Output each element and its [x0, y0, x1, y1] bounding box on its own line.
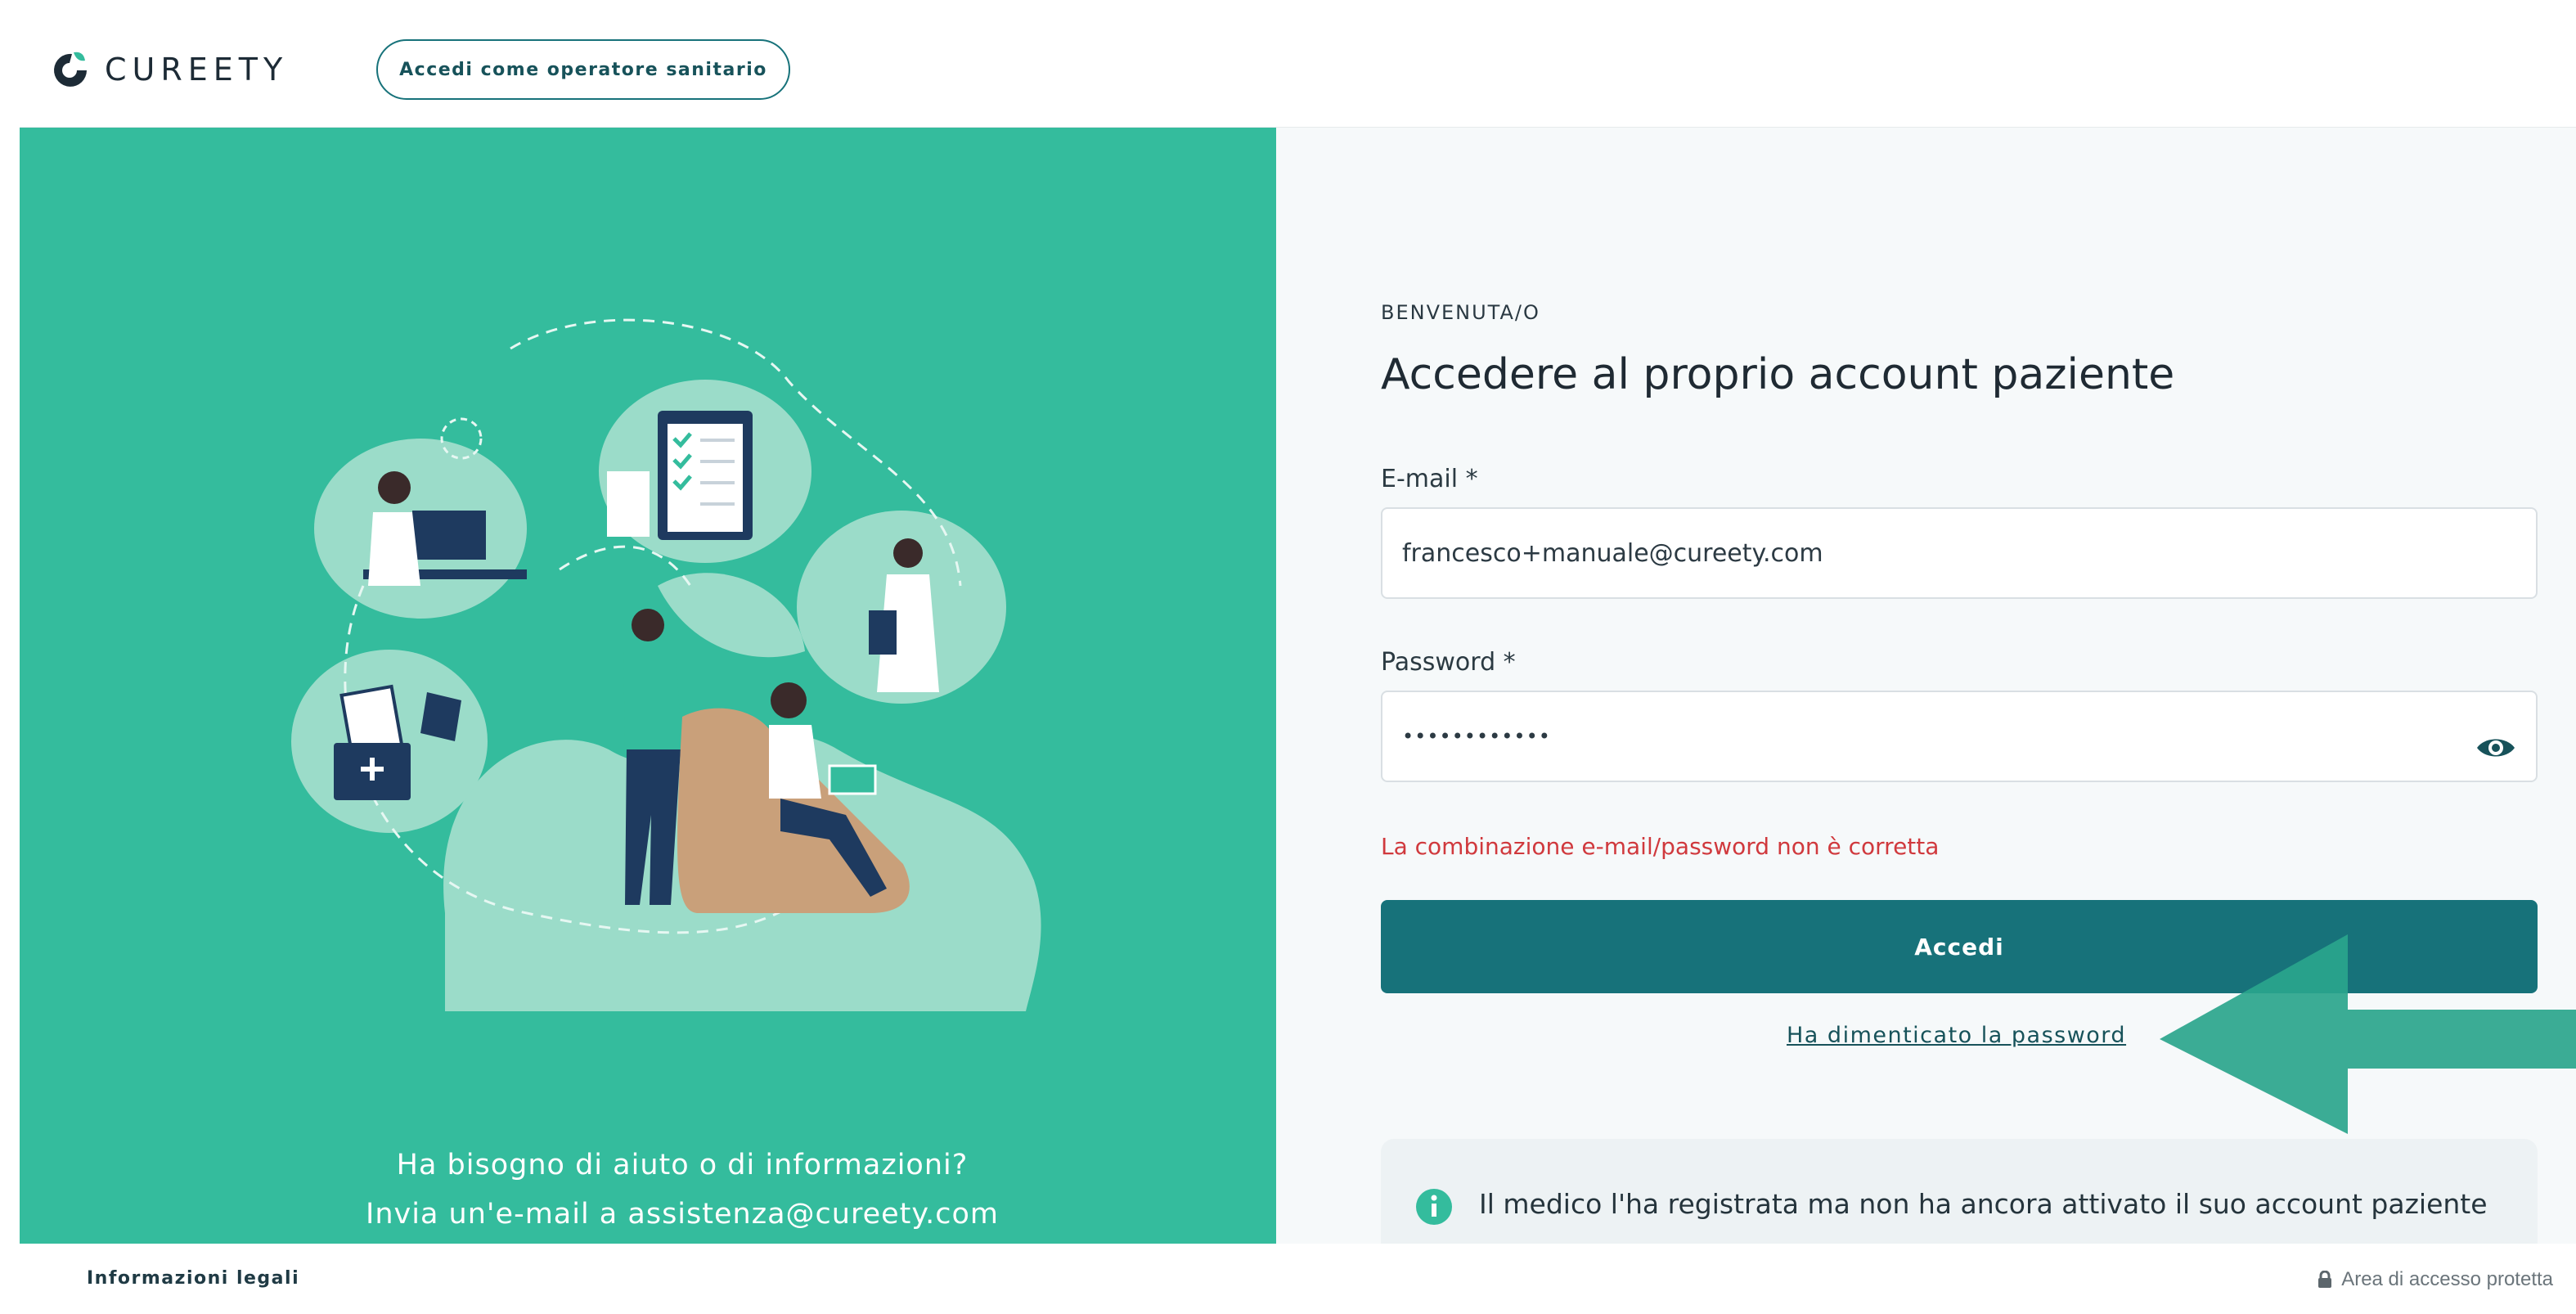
password-label: Password *: [1381, 648, 1516, 677]
info-box: Il medico l'ha registrata ma non ha anco…: [1381, 1139, 2538, 1244]
email-field[interactable]: [1381, 507, 2538, 599]
email-input[interactable]: [1402, 538, 2466, 568]
legal-info-link[interactable]: Informazioni legali: [87, 1268, 299, 1289]
illustration-panel: Ha bisogno di aiuto o di informazioni? I…: [20, 128, 1328, 1244]
brand-logo[interactable]: CUREETY: [47, 33, 288, 106]
help-line-email: Invia un'e-mail a assistenza@cureety.com: [366, 1198, 999, 1231]
help-text: Ha bisogno di aiuto o di informazioni? I…: [265, 1141, 1099, 1239]
error-message: La combinazione e-mail/password non è co…: [1381, 833, 1940, 860]
lock-icon: [2318, 1271, 2332, 1288]
password-field[interactable]: ••••••••••••: [1381, 691, 2538, 782]
secure-area-label: Area di accesso protetta: [2317, 1268, 2553, 1291]
help-line-question: Ha bisogno di aiuto o di informazioni?: [396, 1149, 969, 1181]
info-icon: [1416, 1189, 1452, 1225]
welcome-label: BENVENUTA/O: [1381, 301, 1540, 324]
illustration: [20, 128, 1305, 1244]
brand-name: CUREETY: [105, 52, 289, 88]
healthcare-operator-login-button[interactable]: Accedi come operatore sanitario: [376, 39, 790, 100]
eye-icon[interactable]: [2475, 733, 2516, 763]
page-title: Accedere al proprio account paziente: [1381, 350, 2175, 399]
password-input[interactable]: ••••••••••••: [1402, 725, 1551, 748]
cureety-logo-icon: [54, 52, 87, 87]
footer: Informazioni legali Area di accesso prot…: [0, 1244, 2576, 1314]
forgot-password-link[interactable]: Ha dimenticato la password: [1787, 1023, 2126, 1048]
secure-area-text: Area di accesso protetta: [2341, 1268, 2553, 1290]
email-label: E-mail *: [1381, 465, 1478, 493]
arrow-annotation: [2160, 934, 2576, 1134]
info-text: Il medico l'ha registrata ma non ha anco…: [1479, 1188, 2488, 1220]
